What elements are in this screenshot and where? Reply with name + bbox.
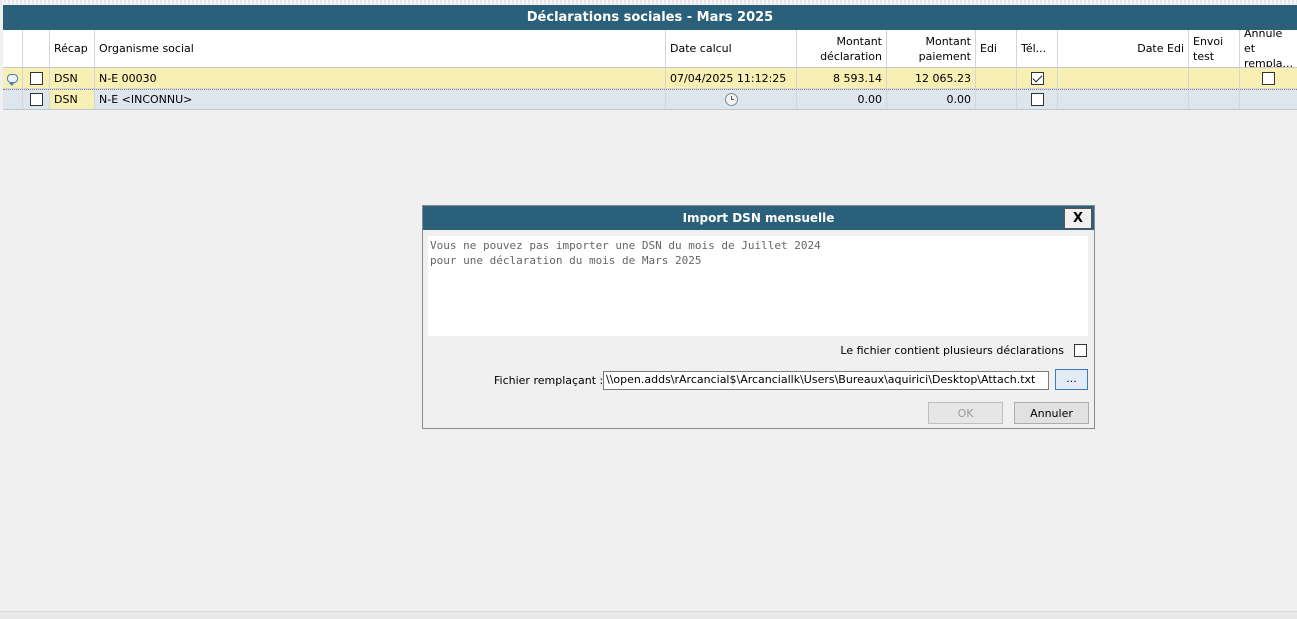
row-select-cell[interactable] xyxy=(23,68,50,88)
header-edi[interactable]: Edi xyxy=(976,30,1017,67)
teletransmission-checkbox[interactable] xyxy=(1030,93,1044,106)
header-date-calcul[interactable]: Date calcul xyxy=(666,30,797,67)
row-teletransmission[interactable] xyxy=(1017,90,1058,109)
declarations-grid: Récap Organisme social Date calcul Monta… xyxy=(3,30,1297,110)
row-edi xyxy=(976,68,1017,88)
row-date-edi xyxy=(1058,90,1189,109)
window-title: Déclarations sociales - Mars 2025 xyxy=(3,5,1297,30)
row-teletransmission[interactable] xyxy=(1017,68,1058,88)
window-top-strip xyxy=(0,0,1297,4)
row-edi xyxy=(976,90,1017,109)
row-select-cell[interactable] xyxy=(23,90,50,109)
row-envoi-test xyxy=(1189,90,1240,109)
close-button[interactable]: X xyxy=(1064,208,1092,229)
header-select[interactable] xyxy=(23,30,50,67)
header-annule-remplace[interactable]: Annule et rempla... xyxy=(1240,30,1297,67)
clock-icon[interactable] xyxy=(724,93,738,106)
ok-button[interactable]: OK xyxy=(928,402,1003,424)
row-date-edi xyxy=(1058,68,1189,88)
grid-header-row: Récap Organisme social Date calcul Monta… xyxy=(3,30,1297,68)
row-recap: DSN xyxy=(50,90,95,109)
row-indicator xyxy=(3,90,23,109)
row-annule[interactable] xyxy=(1240,68,1297,88)
row-montant-paiement: 0.00 xyxy=(887,90,976,109)
cancel-button[interactable]: Annuler xyxy=(1014,402,1089,424)
import-dsn-dialog: Import DSN mensuelle X Vous ne pouvez pa… xyxy=(422,205,1095,429)
dialog-title: Import DSN mensuelle xyxy=(423,206,1094,230)
row-select-checkbox[interactable] xyxy=(29,71,43,85)
row-organisme: N-E <INCONNU> xyxy=(95,90,666,109)
horizontal-scrollbar[interactable] xyxy=(0,611,1297,619)
row-date-calcul xyxy=(666,90,797,109)
row-date-calcul: 07/04/2025 11:12:25 xyxy=(666,68,797,88)
row-envoi-test xyxy=(1189,68,1240,88)
header-date-edi[interactable]: Date Edi xyxy=(1058,30,1189,67)
header-recap[interactable]: Récap xyxy=(50,30,95,67)
header-montant-declaration[interactable]: Montant déclaration xyxy=(797,30,887,67)
header-indicator xyxy=(3,30,23,67)
browse-button[interactable]: ... xyxy=(1055,369,1088,390)
row-montant-paiement: 12 065.23 xyxy=(887,68,976,88)
file-path-input[interactable]: \\open.adds\rArcancial$\Arcanciallk\User… xyxy=(603,371,1049,390)
multi-declarations-label: Le fichier contient plusieurs déclaratio… xyxy=(840,344,1064,357)
table-row[interactable]: DSN N-E 00030 07/04/2025 11:12:25 8 593.… xyxy=(3,68,1297,89)
header-organisme[interactable]: Organisme social xyxy=(95,30,666,67)
file-label: Fichier remplaçant : xyxy=(494,374,604,387)
annule-checkbox[interactable] xyxy=(1262,71,1275,85)
row-montant-declaration: 0.00 xyxy=(797,90,887,109)
row-annule xyxy=(1240,90,1297,109)
row-organisme: N-E 00030 xyxy=(95,68,666,88)
row-indicator xyxy=(3,68,23,88)
dialog-message[interactable]: Vous ne pouvez pas importer une DSN du m… xyxy=(428,236,1088,336)
multi-declarations-checkbox[interactable] xyxy=(1074,344,1087,357)
row-select-checkbox[interactable] xyxy=(29,93,43,106)
comment-icon[interactable] xyxy=(7,73,18,86)
row-recap: DSN xyxy=(50,68,95,88)
table-row[interactable]: DSN N-E <INCONNU> 0.00 0.00 xyxy=(3,89,1297,110)
row-montant-declaration: 8 593.14 xyxy=(797,68,887,88)
header-teletransmission[interactable]: Tél... xyxy=(1017,30,1058,67)
header-envoi-test[interactable]: Envoi test xyxy=(1189,30,1240,67)
header-montant-paiement[interactable]: Montant paiement xyxy=(887,30,976,67)
teletransmission-checkbox[interactable] xyxy=(1030,71,1044,85)
